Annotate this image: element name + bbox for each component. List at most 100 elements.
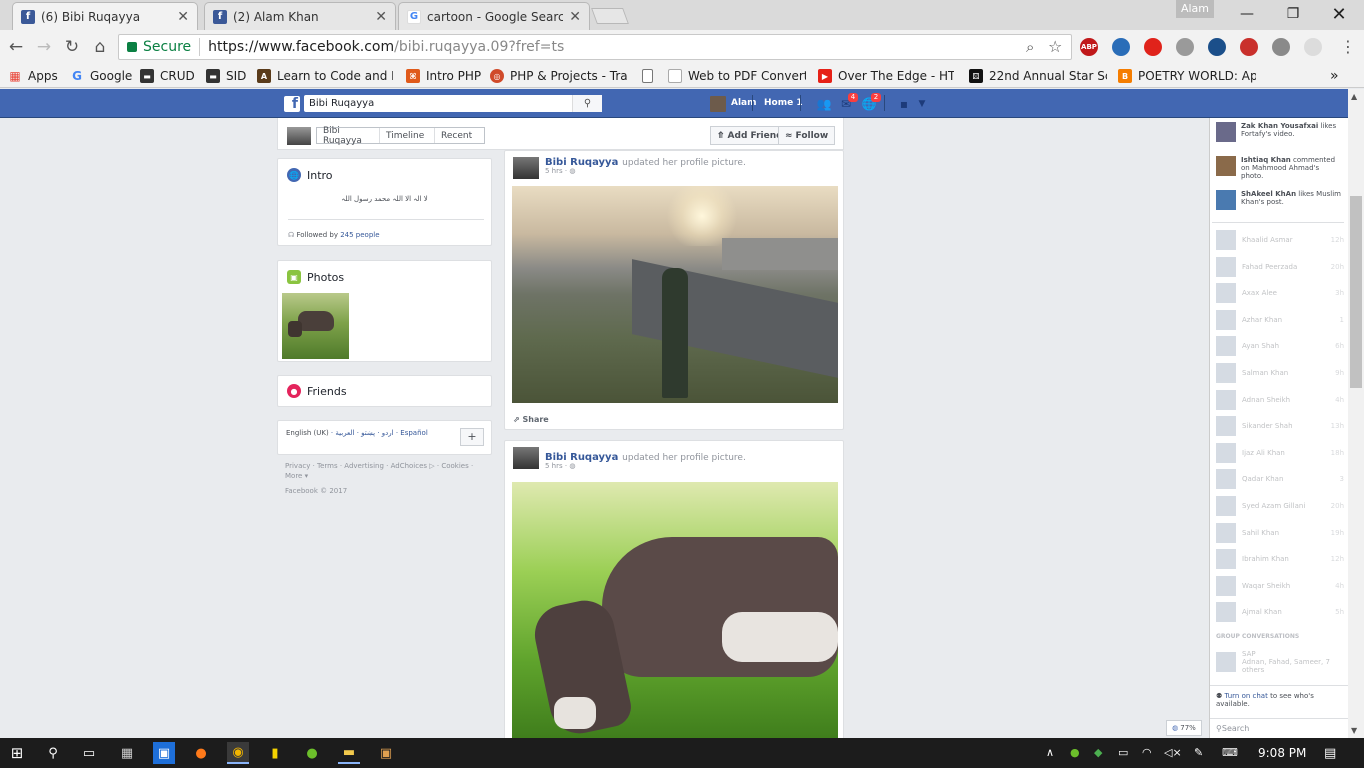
friend-requests-icon[interactable]: 👥 [816, 96, 832, 112]
chart-ext-icon[interactable] [1208, 38, 1226, 56]
bookmark-apps[interactable]: ▦ Apps [8, 67, 57, 85]
account-menu-chevron-down-icon[interactable]: ▼ [914, 96, 930, 112]
ticker-story[interactable]: Ishtiaq Khan commented on Mahmood Ahmad'… [1216, 156, 1341, 180]
fb-search-input[interactable]: Bibi Ruqayya [304, 95, 602, 112]
photo-thumbnail[interactable] [282, 293, 349, 359]
chat-contact-row[interactable]: Fahad Peerzada 20h [1216, 256, 1344, 278]
zoom-badge[interactable]: ◍ 77% [1166, 720, 1202, 736]
page-scrollbar[interactable] [1348, 89, 1364, 738]
tray-pen-icon[interactable]: ✎ [1194, 746, 1203, 759]
post-author-avatar[interactable] [513, 157, 539, 179]
chat-contact-row[interactable]: Salman Khan 9h [1216, 362, 1344, 384]
bookmark-learn-code[interactable]: A Learn to Code and He [257, 67, 393, 85]
chat-contact-row[interactable]: Sikander Shah 13h [1216, 415, 1344, 437]
globe-ext-icon[interactable] [1112, 38, 1130, 56]
bookmark-php-projects[interactable]: ◎ PHP & Projects - Train [490, 67, 628, 85]
chat-contact-row[interactable]: Khaalid Asmar 12h [1216, 229, 1344, 251]
close-tab-icon[interactable]: ✕ [177, 9, 189, 25]
search-icon[interactable]: ⚲ [572, 95, 602, 112]
app-window-icon[interactable]: ▣ [375, 742, 397, 764]
timeline-tab-recent[interactable]: Recent [435, 128, 484, 143]
bookmark-over-the-edge[interactable]: ▶ Over The Edge - HTV [818, 67, 954, 85]
chat-contact-row[interactable]: Qadar Khan 3 [1216, 468, 1344, 490]
media-app-icon[interactable]: ▦ [116, 742, 138, 764]
chat-contact-row[interactable]: Axax Alee 3h [1216, 282, 1344, 304]
chat-contact-row[interactable]: Sahil Khan 19h [1216, 522, 1344, 544]
post-author-avatar[interactable] [513, 447, 539, 469]
back-arrow-icon[interactable]: ← [4, 36, 28, 58]
tab-google-search[interactable]: G cartoon - Google Search ✕ [398, 2, 590, 30]
followers-link[interactable]: 245 people [340, 231, 379, 239]
chat-contact-row[interactable]: Syed Azam Gillani 20h [1216, 495, 1344, 517]
quick-help-icon[interactable]: ▪ [896, 96, 912, 112]
bookmark-web-to-pdf[interactable]: Web to PDF Converte [668, 67, 806, 85]
tray-chevron-up-icon[interactable]: ∧ [1046, 746, 1054, 759]
add-language-button[interactable]: + [460, 428, 484, 446]
bookmark-star-icon[interactable]: ☆ [1048, 37, 1062, 56]
close-tab-icon[interactable]: ✕ [375, 9, 387, 25]
bookmark-crud[interactable]: ▬ CRUD [140, 67, 195, 85]
cover-thumbnail[interactable] [287, 127, 311, 145]
windows-start-icon[interactable]: ⊞ [6, 742, 28, 764]
world-ext-icon[interactable] [1176, 38, 1194, 56]
secure-indicator[interactable]: Secure [119, 39, 191, 55]
pdf-ext-icon[interactable] [1240, 38, 1258, 56]
ticker-story[interactable]: ShAkeel KhAn likes Muslim Khan's post. [1216, 190, 1341, 210]
timeline-tab-timeline[interactable]: Timeline [380, 128, 435, 143]
scrollbar-thumb[interactable] [1350, 196, 1362, 388]
bookmark-sid[interactable]: ▬ SID [206, 67, 246, 85]
post-photo-sunset[interactable] [512, 186, 838, 403]
bookmark-google[interactable]: G Google [70, 67, 132, 85]
tray-keyboard-icon[interactable]: ⌨ [1222, 746, 1238, 759]
tray-battery-icon[interactable]: ▭ [1118, 746, 1128, 759]
cloud-ext-icon[interactable] [1272, 38, 1290, 56]
firefox-icon[interactable]: ● [190, 742, 212, 764]
close-tab-icon[interactable]: ✕ [569, 9, 581, 25]
adblock-icon[interactable]: ABP [1080, 38, 1098, 56]
post-photo-donkey[interactable] [512, 482, 838, 739]
share-button[interactable]: ⇗ Share [513, 415, 549, 424]
clock[interactable]: 9:08 PM [1258, 746, 1306, 760]
tray-utorrent-icon[interactable]: ● [1070, 746, 1080, 759]
store-app-icon[interactable]: ▣ [153, 742, 175, 764]
footer-links[interactable]: Privacy · Terms · Advertising · AdChoice… [285, 461, 485, 481]
bookmark-intro-php[interactable]: ⌘ Intro PHP [406, 67, 481, 85]
bookmark-star-screen[interactable]: ⚄ 22nd Annual Star Scre [969, 67, 1107, 85]
grey-ext-icon[interactable] [1304, 38, 1322, 56]
notifications-globe-icon[interactable]: 🌐 2 [861, 93, 881, 112]
address-bar[interactable]: Secure https://www.facebook.com/bibi.ruq… [118, 34, 1072, 60]
language-spanish[interactable]: Español [400, 429, 427, 437]
new-tab-button[interactable] [591, 8, 629, 24]
zoom-search-icon[interactable]: ⌕ [1026, 38, 1034, 56]
chrome-icon[interactable]: ◉ [227, 742, 249, 764]
tray-wifi-icon[interactable]: ◠ [1142, 746, 1152, 759]
facebook-logo-icon[interactable]: f [284, 96, 300, 112]
chat-contact-row[interactable]: Ijaz Ali Khan 18h [1216, 442, 1344, 464]
bookmark-page[interactable] [642, 67, 659, 85]
messages-icon[interactable]: ✉ 4 [838, 93, 858, 112]
chat-contact-row[interactable]: Waqar Sheikh 4h [1216, 575, 1344, 597]
minimize-icon[interactable]: — [1224, 0, 1270, 28]
search-icon[interactable]: ⚲ [42, 742, 64, 764]
file-explorer-icon[interactable]: ▬ [338, 742, 360, 764]
chat-contact-row[interactable]: Azhar Khan 1 [1216, 309, 1344, 331]
tray-app-icon[interactable]: ◆ [1094, 746, 1102, 759]
utorrent-icon[interactable]: ● [301, 742, 323, 764]
bookmark-poetry-world[interactable]: B POETRY WORLD: Apri [1118, 67, 1256, 85]
group-conversation-row[interactable]: SAP Adnan, Fahad, Sameer, 7 others [1216, 650, 1344, 674]
restore-icon[interactable]: ❐ [1270, 0, 1316, 28]
photos-heading[interactable]: ▣ Photos [287, 270, 344, 284]
more-bookmarks-icon[interactable]: » [1330, 67, 1339, 85]
chat-contact-row[interactable]: Ibrahim Khan 12h [1216, 548, 1344, 570]
profile-button[interactable]: Alam [1176, 0, 1214, 18]
opera-icon[interactable] [1144, 38, 1162, 56]
forward-arrow-icon[interactable]: → [32, 36, 56, 58]
post-timestamp[interactable]: 5 hrs · ◍ [545, 167, 575, 175]
reload-icon[interactable]: ↻ [60, 36, 84, 58]
follow-button[interactable]: ≈ Follow [778, 126, 836, 145]
friends-heading[interactable]: ● Friends [287, 384, 347, 398]
ticker-story[interactable]: Zak Khan Yousafxai likes Fortafy's video… [1216, 122, 1341, 142]
chat-contact-row[interactable]: Adnan Sheikh 4h [1216, 389, 1344, 411]
timeline-tab-name[interactable]: Bibi Ruqayya [317, 126, 380, 146]
tray-volume-icon[interactable]: ◁× [1164, 746, 1182, 759]
